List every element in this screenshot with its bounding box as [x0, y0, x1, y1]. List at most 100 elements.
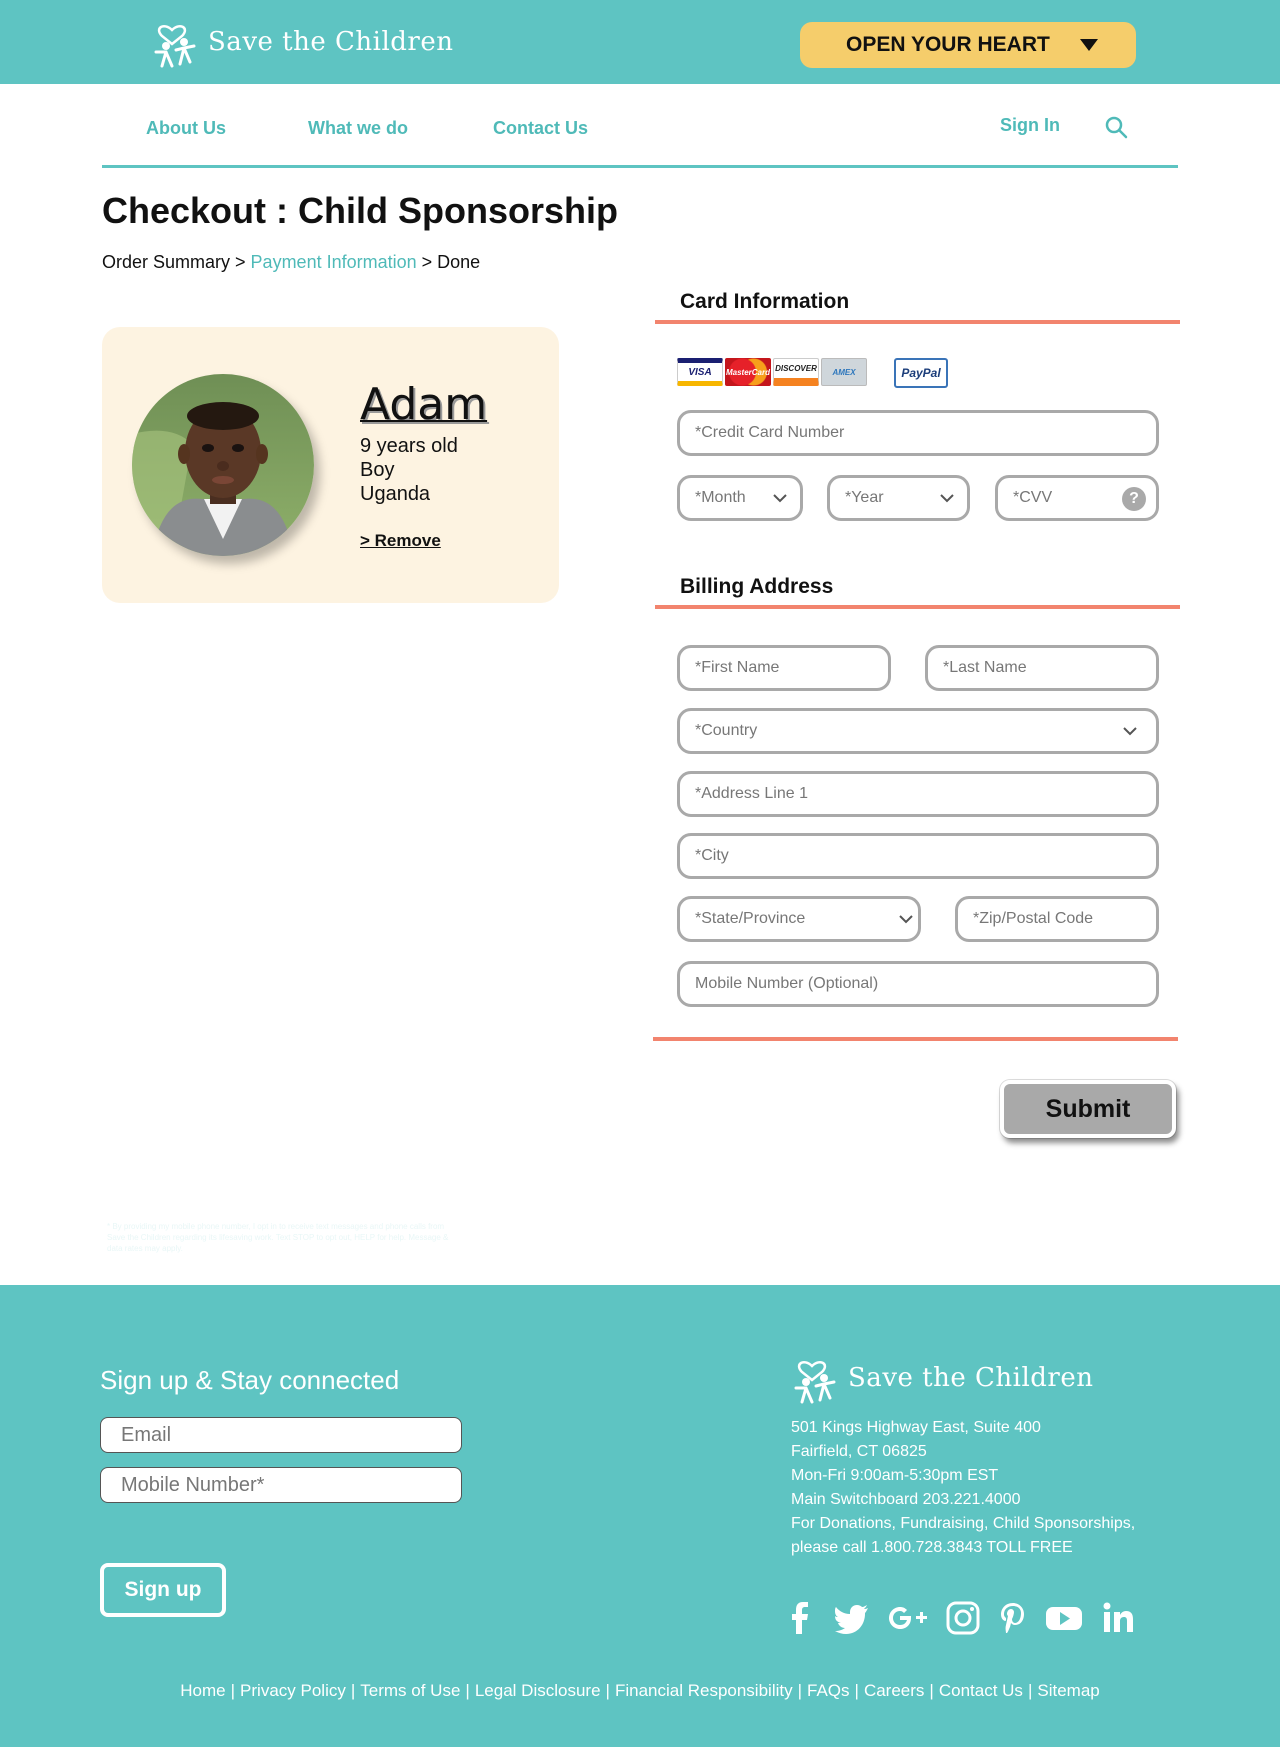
pinterest-icon[interactable]: [995, 1600, 1031, 1636]
footer-link-legal-disclosure[interactable]: Legal Disclosure: [475, 1681, 601, 1700]
nav-item-what-we-do[interactable]: What we do: [308, 118, 408, 139]
google-plus-icon[interactable]: [886, 1600, 930, 1636]
instagram-icon[interactable]: [945, 1600, 981, 1636]
toll-free-line: please call 1.800.728.3843 TOLL FREE: [791, 1539, 1073, 1556]
last-name-field[interactable]: [925, 645, 1159, 691]
section-divider: [653, 1037, 1178, 1041]
link-separator: |: [854, 1681, 859, 1700]
nav-item-about-us[interactable]: About Us: [146, 118, 226, 139]
child-age: 9 years old: [360, 435, 458, 457]
chevron-down-icon: [899, 915, 913, 924]
chevron-down-icon: [940, 494, 954, 503]
footer-link-home[interactable]: Home: [180, 1681, 225, 1700]
search-icon[interactable]: [1104, 115, 1128, 139]
month-select-label: *Month: [695, 489, 746, 506]
breadcrumb-separator: >: [416, 252, 438, 272]
help-icon[interactable]: ?: [1122, 487, 1146, 511]
nav-item-contact-us[interactable]: Contact Us: [493, 118, 588, 139]
top-header: Save the Children OPEN YOUR HEART: [0, 0, 1280, 84]
brand-logo[interactable]: Save the Children: [150, 16, 453, 68]
address-line: Fairfield, CT 06825: [791, 1443, 927, 1460]
twitter-icon[interactable]: [834, 1600, 870, 1636]
open-your-heart-button[interactable]: OPEN YOUR HEART: [800, 22, 1136, 68]
last-name-input[interactable]: [943, 659, 1156, 677]
link-separator: |: [465, 1681, 470, 1700]
child-name: Adam: [360, 379, 488, 430]
open-your-heart-label: OPEN YOUR HEART: [846, 33, 1050, 56]
footer-link-careers[interactable]: Careers: [864, 1681, 924, 1700]
footer-email-field[interactable]: [100, 1417, 462, 1453]
card-information-heading: Card Information: [680, 290, 850, 313]
mobile-number-input[interactable]: [695, 975, 1156, 993]
credit-card-number-field[interactable]: [677, 410, 1159, 456]
address-line-1-input[interactable]: [695, 785, 1156, 803]
breadcrumb-done: Done: [437, 252, 481, 272]
footer-link-sitemap[interactable]: Sitemap: [1037, 1681, 1099, 1700]
footer-link-faqs[interactable]: FAQs: [807, 1681, 850, 1700]
billing-address-heading: Billing Address: [680, 575, 834, 598]
facebook-icon[interactable]: [782, 1600, 818, 1636]
mastercard-icon[interactable]: MasterCard: [725, 358, 771, 386]
youtube-icon[interactable]: [1044, 1600, 1084, 1636]
footer-link-contact-us[interactable]: Contact Us: [939, 1681, 1023, 1700]
link-separator: |: [230, 1681, 236, 1700]
credit-card-number-input[interactable]: [695, 424, 1156, 442]
breadcrumb-order-summary[interactable]: Order Summary: [102, 252, 230, 272]
link-separator: |: [350, 1681, 356, 1700]
section-divider: [655, 605, 1180, 609]
linkedin-icon[interactable]: [1100, 1600, 1136, 1636]
paypal-icon[interactable]: PayPal: [894, 358, 948, 388]
footer-mobile-input[interactable]: [121, 1473, 461, 1497]
city-input[interactable]: [695, 847, 1156, 865]
state-province-select-label: *State/Province: [695, 910, 806, 927]
sign-in-link[interactable]: Sign In: [1000, 115, 1060, 136]
card-brand-logos: VISA MasterCard DISCOVER AMEX: [677, 358, 867, 386]
breadcrumb-separator: >: [230, 252, 251, 272]
country-select-label: *Country: [695, 722, 758, 739]
link-separator: |: [797, 1681, 803, 1700]
month-select[interactable]: *Month: [677, 475, 803, 521]
brand-name: Save the Children: [208, 27, 454, 57]
city-field[interactable]: [677, 833, 1159, 879]
mobile-number-field[interactable]: [677, 961, 1159, 1007]
first-name-input[interactable]: [695, 659, 888, 677]
footer-signup-button[interactable]: Sign up: [100, 1563, 226, 1617]
page-title: Checkout : Child Sponsorship: [102, 190, 619, 231]
footer-link-terms-of-use[interactable]: Terms of Use: [360, 1681, 460, 1700]
footer-brand-logo[interactable]: Save the Children: [790, 1352, 1093, 1404]
remove-child-link[interactable]: > Remove: [360, 531, 441, 551]
zip-postal-code-field[interactable]: [955, 896, 1159, 942]
zip-postal-code-input[interactable]: [973, 910, 1156, 928]
year-select[interactable]: *Year: [827, 475, 970, 521]
footer-link-privacy-policy[interactable]: Privacy Policy: [240, 1681, 346, 1700]
link-separator: |: [605, 1681, 610, 1700]
submit-button[interactable]: Submit: [1000, 1080, 1176, 1138]
footer-link-financial-responsibility[interactable]: Financial Responsibility: [615, 1681, 793, 1700]
link-separator: |: [929, 1681, 934, 1700]
child-photo: [132, 374, 314, 556]
footer-brand-name: Save the Children: [848, 1363, 1094, 1393]
footer-email-input[interactable]: [121, 1423, 461, 1447]
main-nav: About Us What we do Contact Us Sign In: [102, 84, 1178, 168]
address-line: 501 Kings Highway East, Suite 400: [791, 1419, 1041, 1436]
amex-icon[interactable]: AMEX: [821, 358, 867, 386]
child-gender: Boy: [360, 459, 395, 481]
footer-mobile-field[interactable]: [100, 1467, 462, 1503]
first-name-field[interactable]: [677, 645, 891, 691]
footer-contact-info: 501 Kings Highway East, Suite 400 Fairfi…: [791, 1416, 1135, 1560]
cvv-field[interactable]: ?: [995, 475, 1159, 521]
cvv-input[interactable]: [1013, 489, 1113, 507]
state-province-select[interactable]: *State/Province: [677, 896, 921, 942]
donations-line: For Donations, Fundraising, Child Sponso…: [791, 1515, 1136, 1532]
footer-signup-title: Sign up & Stay connected: [100, 1365, 400, 1395]
address-line-1-field[interactable]: [677, 771, 1159, 817]
section-divider: [655, 320, 1180, 324]
logo-icon: [794, 1361, 836, 1404]
logo-icon: [154, 25, 196, 68]
country-select[interactable]: *Country: [677, 708, 1159, 754]
child-country: Uganda: [360, 483, 431, 505]
breadcrumb-payment-information[interactable]: Payment Information: [251, 252, 417, 272]
visa-icon[interactable]: VISA: [677, 358, 723, 386]
discover-icon[interactable]: DISCOVER: [773, 358, 819, 386]
breadcrumb: Order Summary > Payment Information > Do…: [102, 252, 480, 273]
